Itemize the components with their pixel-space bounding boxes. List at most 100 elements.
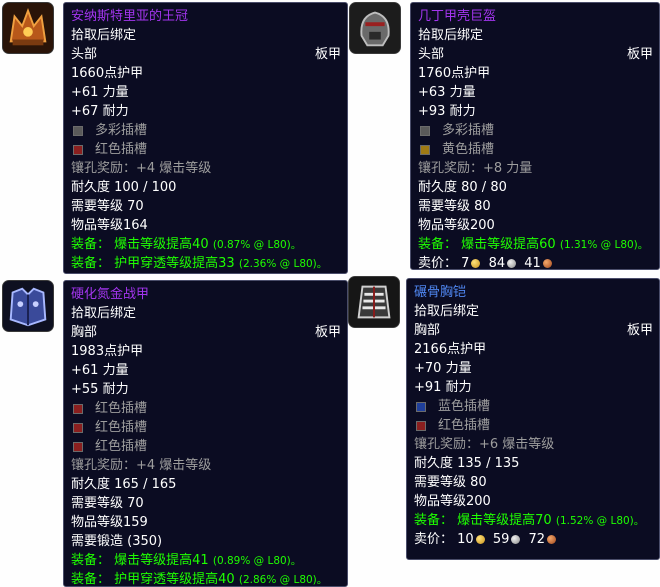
- socket-row: 多彩插槽: [418, 121, 653, 140]
- equip-label: 装备：: [71, 237, 111, 252]
- socket-label: 蓝色插槽: [438, 399, 491, 414]
- equip-text: 爆击等级提高40: [114, 237, 209, 252]
- slot-row: 胸部 板甲: [71, 323, 341, 342]
- required-profession: 需要锻造 (350): [71, 534, 163, 549]
- armor-type: 板甲: [314, 47, 341, 62]
- armor-value: 2166点护甲: [414, 342, 487, 357]
- item-level: 物品等级164: [71, 218, 148, 233]
- durability: 耐久度 80 / 80: [418, 180, 507, 195]
- item-name[interactable]: 硬化氮金战甲: [71, 285, 341, 304]
- stat-stamina: +91 耐力: [414, 380, 472, 395]
- bind-type: 拾取后绑定: [414, 304, 480, 319]
- item-tooltip: 安纳斯特里亚的王冠 拾取后绑定 头部 板甲 1660点护甲 +61 力量 +67…: [63, 2, 348, 274]
- item-tooltip: 几丁甲壳巨盔 拾取后绑定 头部 板甲 1760点护甲 +63 力量 +93 耐力…: [410, 2, 660, 270]
- socket-label: 红色插槽: [438, 418, 491, 433]
- socket-row: 红色插槽: [71, 418, 341, 437]
- item-slot: 胸部: [71, 325, 98, 340]
- equip-effect: 装备： 爆击等级提高60 (1.31% @ L80)。: [418, 235, 653, 254]
- item-slot: 头部: [71, 47, 98, 62]
- item-name[interactable]: 碾骨胸铠: [414, 283, 653, 302]
- red-socket-icon: [73, 441, 83, 452]
- stat-stamina: +55 耐力: [71, 382, 129, 397]
- item-tooltip: 碾骨胸铠 拾取后绑定 胸部 板甲 2166点护甲 +70 力量 +91 耐力 蓝…: [406, 278, 660, 560]
- bind-type: 拾取后绑定: [71, 28, 137, 43]
- prismatic-socket-icon: [73, 125, 83, 136]
- slot-row: 胸部 板甲: [414, 321, 653, 340]
- stat-strength: +61 力量: [71, 85, 129, 100]
- gold-amount: 10: [457, 532, 474, 547]
- socket-bonus: 镶孔奖励：+4 爆击等级: [71, 161, 212, 176]
- equip-note: (0.89% @ L80)。: [212, 555, 302, 567]
- chestplate-icon[interactable]: [2, 280, 54, 332]
- equip-effect: 装备： 护甲穿透等级提高33 (2.36% @ L80)。: [71, 254, 341, 273]
- equip-label: 装备：: [414, 513, 454, 528]
- equip-effect: 装备： 爆击等级提高40 (0.87% @ L80)。: [71, 235, 341, 254]
- armor-value: 1983点护甲: [71, 344, 144, 359]
- copper-coin-icon: [542, 259, 552, 268]
- item-slot: 头部: [418, 47, 445, 62]
- armor-value: 1760点护甲: [418, 66, 491, 81]
- socket-bonus: 镶孔奖励：+4 爆击等级: [71, 458, 212, 473]
- required-level: 需要等级 80: [418, 199, 491, 214]
- sell-label: 卖价：: [414, 532, 454, 547]
- required-level: 需要等级 70: [71, 199, 144, 214]
- gold-coin-icon: [471, 259, 481, 268]
- red-socket-icon: [73, 144, 83, 155]
- equip-effect: 装备： 护甲穿透等级提高40 (2.86% @ L80)。: [71, 570, 341, 587]
- item-name[interactable]: 几丁甲壳巨盔: [418, 7, 653, 26]
- socket-label: 多彩插槽: [442, 123, 495, 138]
- silver-amount: 59: [492, 532, 510, 547]
- armor-value: 1660点护甲: [71, 66, 144, 81]
- equip-label: 装备：: [71, 553, 111, 568]
- blue-socket-icon: [416, 401, 426, 412]
- bone-chest-icon[interactable]: [348, 276, 400, 328]
- stat-strength: +70 力量: [414, 361, 472, 376]
- gold-coin-icon: [475, 535, 485, 544]
- bind-type: 拾取后绑定: [71, 306, 137, 321]
- equip-label: 装备：: [418, 237, 458, 252]
- equip-text: 护甲穿透等级提高40: [114, 572, 235, 587]
- socket-label: 黄色插槽: [442, 142, 495, 157]
- stat-strength: +63 力量: [418, 85, 476, 100]
- durability: 耐久度 100 / 100: [71, 180, 177, 195]
- slot-row: 头部 板甲: [418, 45, 653, 64]
- equip-note: (0.87% @ L80)。: [212, 239, 302, 251]
- item-level: 物品等级200: [414, 494, 491, 509]
- socket-label: 多彩插槽: [95, 123, 148, 138]
- crown-icon[interactable]: [2, 2, 54, 54]
- armor-type: 板甲: [626, 47, 653, 62]
- item-name[interactable]: 安纳斯特里亚的王冠: [71, 7, 341, 26]
- copper-amount: 41: [524, 256, 541, 270]
- socket-label: 红色插槽: [95, 401, 148, 416]
- silver-coin-icon: [507, 259, 517, 268]
- prismatic-socket-icon: [420, 125, 430, 136]
- sell-label: 卖价：: [418, 256, 458, 270]
- gold-amount: 7: [461, 256, 470, 270]
- socket-bonus: 镶孔奖励：+6 爆击等级: [414, 437, 555, 452]
- equip-label: 装备：: [71, 572, 111, 587]
- equip-note: (2.36% @ L80)。: [238, 258, 328, 270]
- item-tooltip: 硬化氮金战甲 拾取后绑定 胸部 板甲 1983点护甲 +61 力量 +55 耐力…: [63, 280, 348, 587]
- equip-effect: 装备： 爆击等级提高41 (0.89% @ L80)。: [71, 551, 341, 570]
- socket-row: 黄色插槽: [418, 140, 653, 159]
- red-socket-icon: [73, 403, 83, 414]
- helm-icon[interactable]: [349, 2, 401, 54]
- socket-bonus: 镶孔奖励：+8 力量: [418, 161, 533, 176]
- slot-row: 头部 板甲: [71, 45, 341, 64]
- socket-row: 红色插槽: [71, 140, 341, 159]
- socket-label: 红色插槽: [95, 142, 148, 157]
- equip-text: 护甲穿透等级提高33: [114, 256, 235, 271]
- item-level: 物品等级159: [71, 515, 148, 530]
- silver-amount: 84: [488, 256, 506, 270]
- socket-label: 红色插槽: [95, 439, 148, 454]
- equip-note: (1.52% @ L80)。: [555, 515, 645, 527]
- silver-coin-icon: [511, 535, 521, 544]
- sell-price: 卖价： 10 59 72: [414, 530, 653, 549]
- red-socket-icon: [73, 422, 83, 433]
- socket-row: 红色插槽: [414, 416, 653, 435]
- stat-strength: +61 力量: [71, 363, 129, 378]
- equip-note: (1.31% @ L80)。: [559, 239, 649, 251]
- bind-type: 拾取后绑定: [418, 28, 484, 43]
- copper-amount: 72: [528, 532, 546, 547]
- socket-row: 红色插槽: [71, 399, 341, 418]
